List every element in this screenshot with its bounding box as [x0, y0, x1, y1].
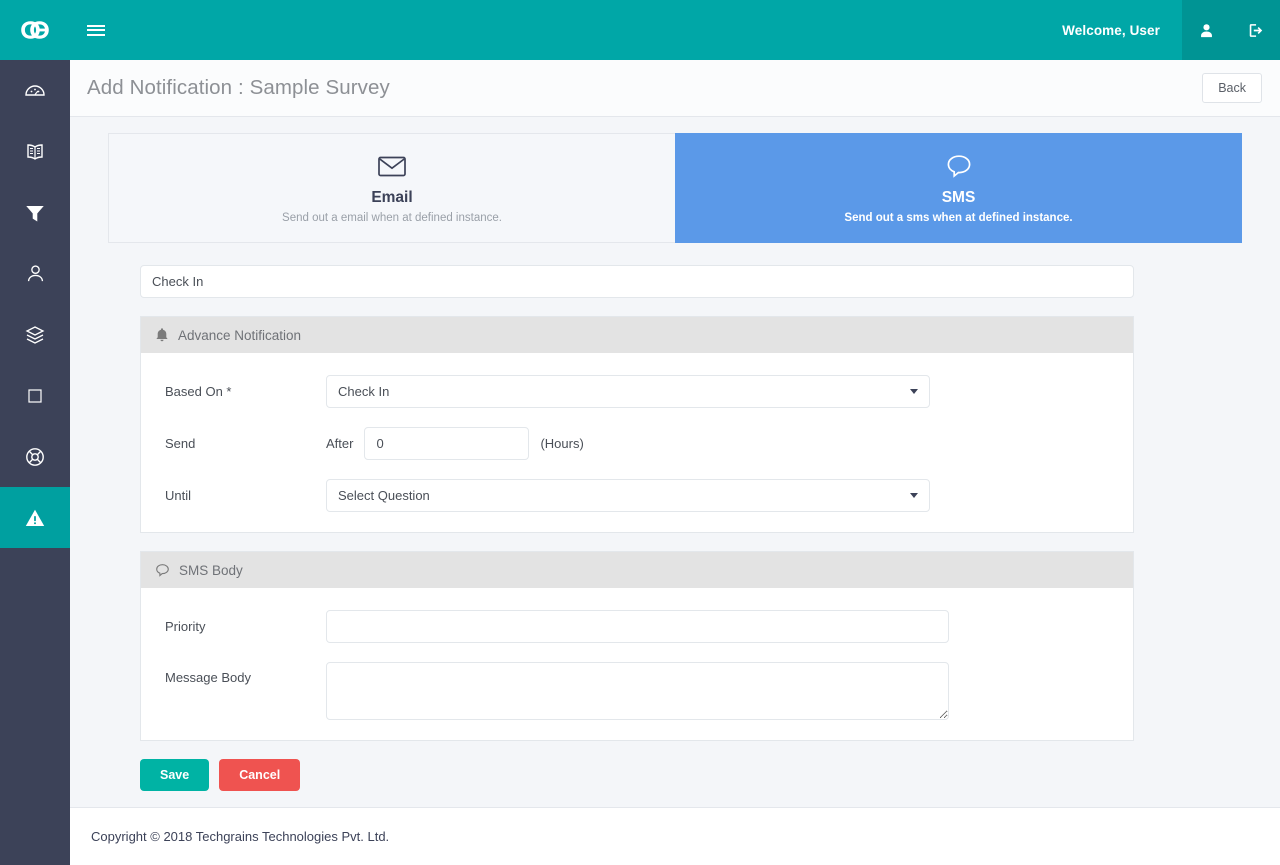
sidebar-item-layers[interactable]: [0, 304, 70, 365]
after-hours-input[interactable]: [364, 427, 530, 460]
sms-body-panel: SMS Body Priority Message Body: [140, 551, 1134, 741]
priority-label: Priority: [165, 619, 206, 634]
tab-email[interactable]: Email Send out a email when at defined i…: [108, 133, 675, 243]
speech-bubble-icon-wrap: [945, 152, 973, 180]
welcome-text: Welcome, User: [1062, 22, 1160, 38]
tab-email-subtitle: Send out a email when at defined instanc…: [282, 212, 502, 224]
logout-button[interactable]: [1231, 0, 1280, 60]
message-body-control: [326, 662, 949, 720]
dashboard-icon: [25, 84, 45, 96]
square-icon: [28, 388, 42, 403]
filter-icon: [26, 205, 44, 221]
bell-icon: [156, 328, 168, 342]
top-bar: Welcome, User: [0, 0, 1280, 60]
book-icon: [27, 143, 43, 160]
sidebar: [0, 60, 70, 865]
warning-icon: [25, 509, 45, 526]
tab-sms[interactable]: SMS Send out a sms when at defined insta…: [675, 133, 1242, 243]
channel-tabs: Email Send out a email when at defined i…: [108, 133, 1242, 243]
page-header: Add Notification : Sample Survey Back: [70, 60, 1280, 117]
go-logo-icon: [21, 21, 49, 39]
field-row-send: Send After (Hours): [141, 427, 1133, 460]
chevron-down-icon: [910, 389, 918, 394]
speech-bubble-icon: [947, 155, 970, 178]
hamburger-bar: [87, 29, 105, 31]
based-on-select[interactable]: Check In: [326, 375, 930, 408]
footer: Copyright © 2018 Techgrains Technologies…: [70, 807, 1280, 865]
field-row-based-on: Based On * Check In: [141, 375, 1133, 408]
copyright-text: Copyright © 2018 Techgrains Technologies…: [91, 829, 390, 844]
priority-control: [326, 610, 949, 643]
sidebar-item-filter[interactable]: [0, 182, 70, 243]
form-actions: Save Cancel: [140, 759, 1210, 791]
message-body-textarea[interactable]: [326, 662, 949, 720]
after-label: After: [326, 436, 354, 451]
field-row-until: Until Select Question: [141, 479, 1133, 512]
sms-body-panel-body: Priority Message Body: [141, 588, 1133, 740]
until-value: Select Question: [338, 488, 430, 503]
priority-input[interactable]: [326, 610, 949, 643]
content-area: Email Send out a email when at defined i…: [70, 117, 1280, 791]
field-row-priority: Priority: [141, 610, 1133, 643]
logout-icon: [1249, 23, 1263, 37]
advance-notification-panel-header: Advance Notification: [141, 317, 1133, 353]
layers-icon: [25, 325, 45, 344]
sms-body-panel-title: SMS Body: [179, 562, 243, 578]
user-icon: [1201, 23, 1212, 37]
message-body-label: Message Body: [165, 670, 251, 685]
cancel-button[interactable]: Cancel: [219, 759, 301, 791]
notification-form: Advance Notification Based On * Check In: [108, 243, 1242, 791]
hamburger-bar: [87, 24, 105, 27]
back-button[interactable]: Back: [1202, 73, 1262, 103]
sidebar-item-dashboard[interactable]: [0, 60, 70, 121]
envelope-icon: [378, 156, 406, 177]
page-title: Add Notification : Sample Survey: [87, 76, 390, 99]
chevron-down-icon: [910, 493, 918, 498]
sidebar-item-book[interactable]: [0, 121, 70, 182]
sidebar-item-square[interactable]: [0, 365, 70, 426]
app-logo[interactable]: [0, 0, 70, 60]
hamburger-bar: [87, 33, 105, 36]
based-on-value: Check In: [338, 384, 390, 399]
hamburger-menu-icon[interactable]: [70, 0, 122, 60]
field-row-message-body: Message Body: [141, 662, 1133, 720]
tab-sms-subtitle: Send out a sms when at defined instance.: [844, 212, 1073, 224]
send-label: Send: [165, 436, 196, 451]
bell-icon-wrap: [155, 327, 169, 343]
sidebar-item-user[interactable]: [0, 243, 70, 304]
user-icon: [27, 265, 43, 282]
until-select[interactable]: Select Question: [326, 479, 930, 512]
speech-bubble-icon: [156, 564, 169, 577]
sidebar-item-support[interactable]: [0, 426, 70, 487]
envelope-icon-wrap: [377, 152, 407, 180]
notification-name-input[interactable]: [140, 265, 1134, 298]
based-on-label: Based On *: [165, 384, 232, 399]
send-control: After (Hours): [326, 427, 584, 460]
hours-unit-label: (Hours): [540, 436, 584, 451]
advance-notification-panel-title: Advance Notification: [178, 327, 302, 343]
speech-bubble-icon-wrap: [155, 563, 170, 577]
save-button[interactable]: Save: [140, 759, 210, 791]
advance-notification-panel: Advance Notification Based On * Check In: [140, 316, 1134, 533]
tab-sms-label: SMS: [941, 189, 976, 206]
user-profile-button[interactable]: [1182, 0, 1231, 60]
until-control: Select Question: [326, 479, 930, 512]
sidebar-item-notifications[interactable]: [0, 487, 70, 548]
based-on-control: Check In: [326, 375, 930, 408]
tab-email-label: Email: [371, 189, 413, 206]
sms-body-panel-header: SMS Body: [141, 552, 1133, 588]
lifebuoy-icon: [26, 447, 44, 466]
advance-notification-panel-body: Based On * Check In Send After 0 (Hours)…: [141, 353, 1133, 532]
until-label: Until: [165, 488, 192, 503]
page-container: Add Notification : Sample Survey Back Em…: [70, 60, 1280, 865]
